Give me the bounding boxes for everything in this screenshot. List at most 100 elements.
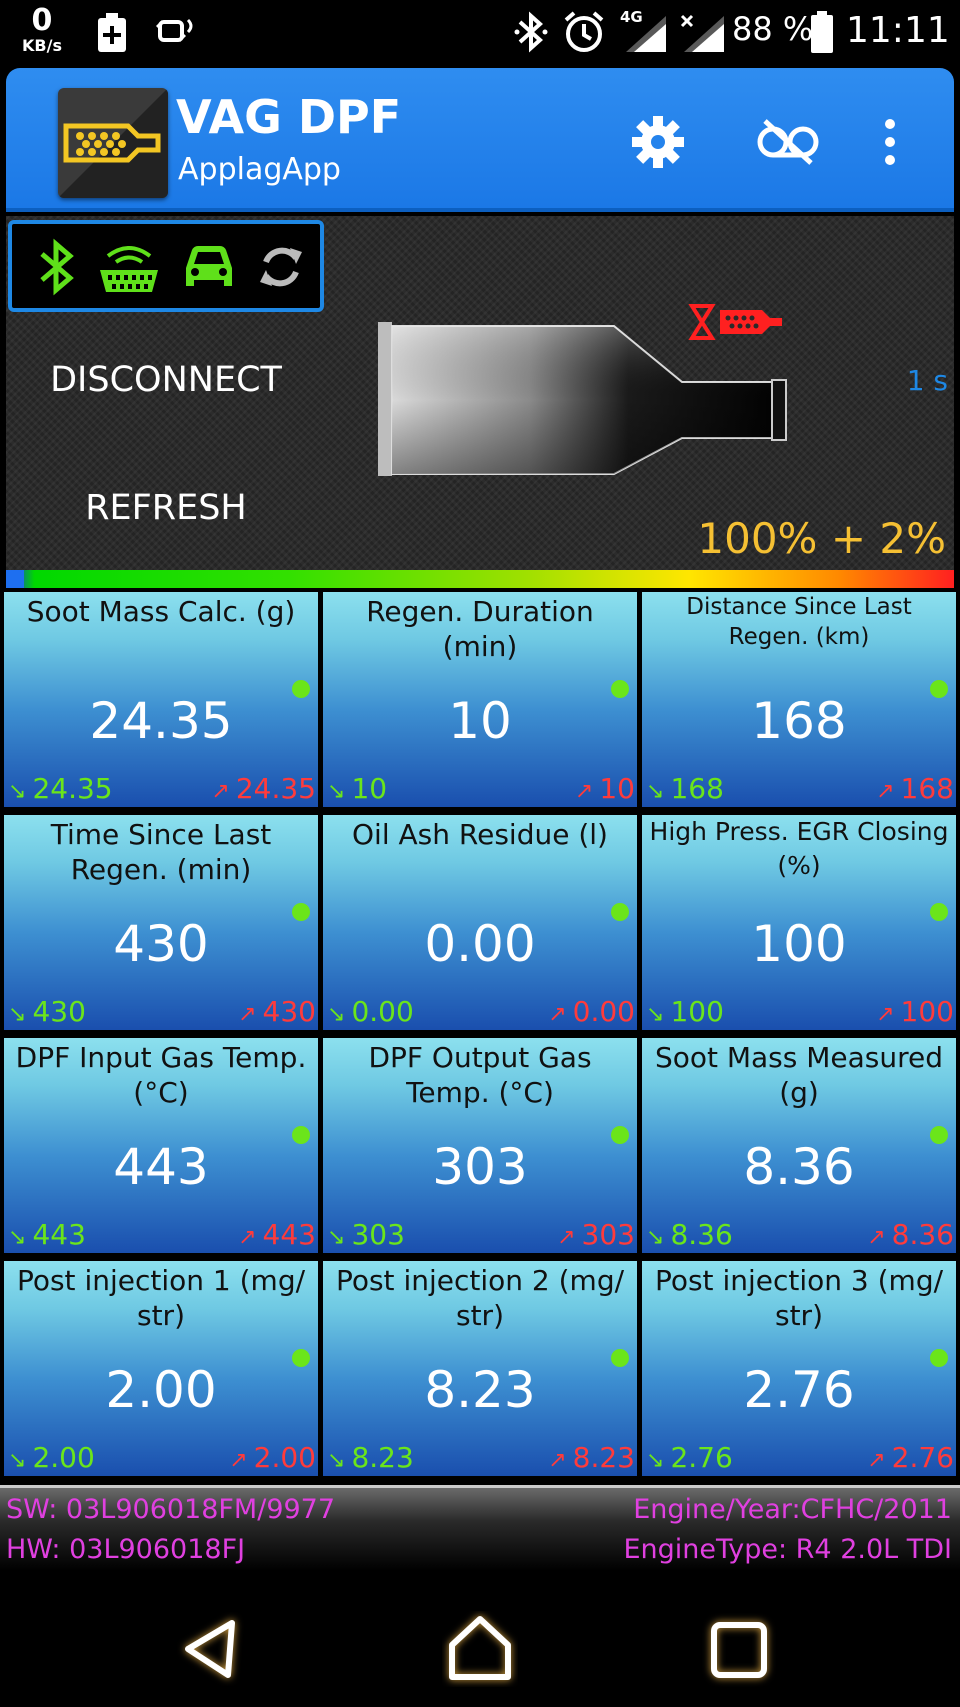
- tile-max: ↗ 24.35: [211, 772, 316, 805]
- tile-title: Oil Ash Residue (l): [352, 818, 608, 851]
- min-arrow-icon: ↘: [8, 1448, 27, 1473]
- tile-min-value: 430: [32, 995, 86, 1028]
- min-arrow-icon: ↘: [327, 1002, 346, 1027]
- tile-min-value: 100: [670, 995, 724, 1028]
- tile-title: Regen. Duration (min): [366, 595, 594, 663]
- battery-saver-icon: [98, 13, 126, 52]
- tile-max: ↗ 2.76: [867, 1441, 954, 1474]
- min-arrow-icon: ↘: [646, 1002, 665, 1027]
- refresh-button[interactable]: REFRESH: [6, 488, 326, 528]
- tile-min-value: 8.23: [351, 1441, 414, 1474]
- tile-min: ↘ 24.35: [8, 772, 113, 805]
- tile-time-since-regen[interactable]: Time Since Last Regen. (min) 430 ↘ 430 ↗ 4…: [4, 815, 318, 1030]
- max-arrow-icon: ↗: [557, 1225, 576, 1250]
- max-arrow-icon: ↗: [876, 779, 895, 804]
- tile-post-injection-2[interactable]: Post injection 2 (mg/ str) 8.23 ↘ 8.23 ↗ 8…: [323, 1261, 637, 1476]
- sync-icon: [260, 247, 302, 287]
- tile-title: Soot Mass Calc. (g): [26, 595, 296, 628]
- record-toggle-button[interactable]: [752, 110, 824, 174]
- tile-oil-ash-residue[interactable]: Oil Ash Residue (l) 0.00 ↘ 0.00 ↗ 0.00: [323, 815, 637, 1030]
- tile-title: Distance Since Last Regen. (km): [686, 594, 912, 650]
- network-speed: 0 KB/s: [22, 6, 62, 54]
- dpf-status-panel: DISCONNECT REFRESH 1 s 100% + 2%: [6, 216, 954, 574]
- min-arrow-icon: ↘: [327, 1448, 346, 1473]
- tile-min: ↘ 168: [646, 772, 724, 805]
- tile-soot-mass-measured[interactable]: Soot Mass Measured (g) 8.36 ↘ 8.36 ↗ 8.36: [642, 1038, 956, 1253]
- status-bar: 0 KB/s 4G 88 % 11:11: [0, 0, 960, 66]
- tile-min-value: 443: [32, 1218, 86, 1251]
- tile-value: 430: [113, 915, 209, 973]
- bluetooth-status-icon: [514, 11, 548, 53]
- max-arrow-icon: ↗: [238, 1002, 257, 1027]
- tile-min-value: 8.36: [670, 1218, 733, 1251]
- recents-icon[interactable]: [702, 1611, 778, 1687]
- max-arrow-icon: ↗: [229, 1448, 248, 1473]
- tile-soot-mass-calc[interactable]: Soot Mass Calc. (g) 24.35 ↘ 24.35 ↗ 24.35: [4, 592, 318, 807]
- bluetooth-icon: [40, 238, 74, 296]
- tile-max: ↗ 0.00: [548, 995, 635, 1028]
- signal-icon: [626, 16, 666, 52]
- min-arrow-icon: ↘: [8, 1225, 27, 1250]
- app-title: VAG DPF: [176, 90, 402, 144]
- tile-max-value: 168: [900, 772, 954, 805]
- signal-no-sim-icon: [680, 14, 724, 52]
- tile-min: ↘ 8.23: [327, 1441, 414, 1474]
- soot-load-percent: 100% + 2%: [697, 514, 946, 563]
- tile-value: 24.35: [89, 692, 233, 750]
- tile-title: High Press. EGR Closing (%): [649, 817, 949, 880]
- hardware-version: HW: 03L906018FJ: [6, 1534, 246, 1565]
- tile-max-value: 8.36: [891, 1218, 954, 1251]
- tile-value: 0.00: [424, 915, 536, 973]
- navigation-bar: [0, 1571, 960, 1707]
- tile-distance-since-regen[interactable]: Distance Since Last Regen. (km) 168 ↘ 168…: [642, 592, 956, 807]
- tile-max-value: 2.00: [253, 1441, 316, 1474]
- tile-title: Post injection 3 (mg/ str): [654, 1264, 944, 1332]
- tile-dpf-output-temp[interactable]: DPF Output Gas Temp. (°C) 303 ↘ 303 ↗ 303: [323, 1038, 637, 1253]
- data-sync-icon: [156, 18, 193, 42]
- tile-min: ↘ 10: [327, 772, 387, 805]
- tile-post-injection-3[interactable]: Post injection 3 (mg/ str) 2.76 ↘ 2.76 ↗ 2…: [642, 1261, 956, 1476]
- tile-max-value: 24.35: [235, 772, 316, 805]
- disconnect-button[interactable]: DISCONNECT: [6, 360, 326, 400]
- tile-title: Time Since Last Regen. (min): [50, 818, 272, 886]
- max-arrow-icon: ↗: [867, 1448, 886, 1473]
- tile-value: 2.76: [743, 1361, 855, 1419]
- regen-icon: [688, 304, 782, 340]
- tile-min-value: 10: [351, 772, 388, 805]
- tile-max: ↗ 443: [238, 1218, 316, 1251]
- tile-min: ↘ 443: [8, 1218, 86, 1251]
- tile-title: Post injection 1 (mg/ str): [16, 1264, 306, 1332]
- obd-adapter-icon: [100, 246, 158, 292]
- tile-min-value: 24.35: [32, 772, 113, 805]
- home-icon[interactable]: [442, 1611, 518, 1687]
- tile-min: ↘ 2.00: [8, 1441, 95, 1474]
- refresh-interval: 1 s: [906, 364, 948, 397]
- max-arrow-icon: ↗: [211, 779, 230, 804]
- max-arrow-icon: ↗: [867, 1225, 886, 1250]
- tile-min-value: 303: [351, 1218, 405, 1251]
- network-speed-unit: KB/s: [22, 36, 62, 55]
- tile-max: ↗ 8.23: [548, 1441, 635, 1474]
- app-logo: [58, 88, 168, 198]
- tile-min: ↘ 8.36: [646, 1218, 733, 1251]
- max-arrow-icon: ↗: [548, 1448, 567, 1473]
- tile-min-value: 2.00: [32, 1441, 95, 1474]
- tile-max: ↗ 168: [876, 772, 954, 805]
- tile-value: 2.00: [105, 1361, 217, 1419]
- app-subtitle: ApplagApp: [178, 152, 341, 187]
- tile-dpf-input-temp[interactable]: DPF Input Gas Temp. (°C) 443 ↘ 443 ↗ 443: [4, 1038, 318, 1253]
- gradient-bar-marker: [6, 570, 24, 588]
- software-version: SW: 03L906018FM/9977: [6, 1494, 336, 1525]
- overflow-menu-button[interactable]: [870, 110, 910, 174]
- tile-post-injection-1[interactable]: Post injection 1 (mg/ str) 2.00 ↘ 2.00 ↗ 2…: [4, 1261, 318, 1476]
- settings-button[interactable]: [626, 110, 690, 174]
- tile-regen-duration[interactable]: Regen. Duration (min) 10 ↘ 10 ↗ 10: [323, 592, 637, 807]
- tile-title: Post injection 2 (mg/ str): [335, 1264, 625, 1332]
- tile-max: ↗ 100: [876, 995, 954, 1028]
- min-arrow-icon: ↘: [646, 779, 665, 804]
- tile-egr-closing[interactable]: High Press. EGR Closing (%) 100 ↘ 100 ↗ 10…: [642, 815, 956, 1030]
- back-icon[interactable]: [176, 1611, 252, 1687]
- tile-min: ↘ 100: [646, 995, 724, 1028]
- tile-min: ↘ 2.76: [646, 1441, 733, 1474]
- max-arrow-icon: ↗: [548, 1002, 567, 1027]
